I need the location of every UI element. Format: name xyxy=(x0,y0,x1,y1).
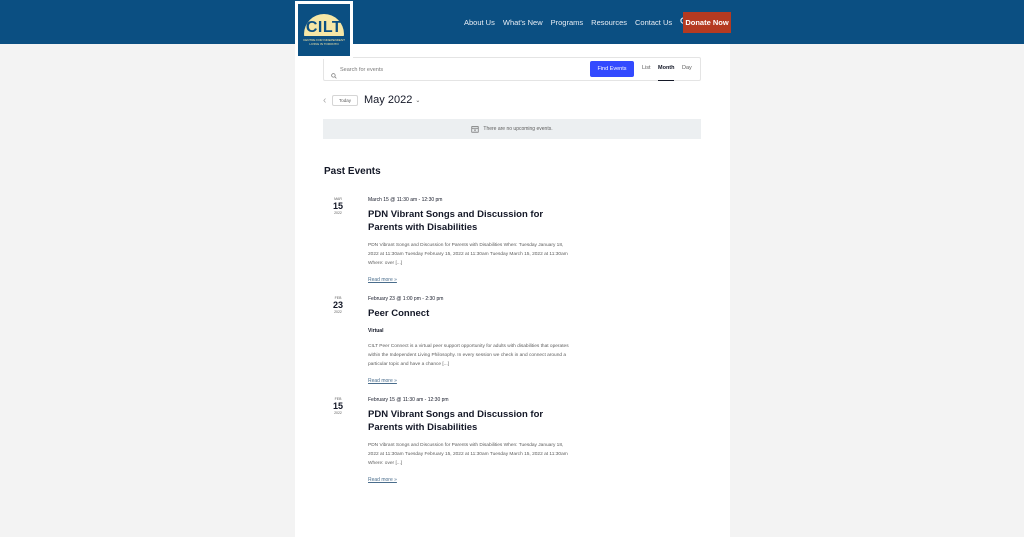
event-day: 15 xyxy=(332,401,343,411)
nav-contact-us[interactable]: Contact Us xyxy=(635,18,672,27)
read-more-link[interactable]: Read more » xyxy=(368,477,397,483)
event-day: 23 xyxy=(332,300,343,310)
today-button[interactable]: Today xyxy=(332,94,359,106)
event-date-tag: Mar 15 2022 xyxy=(324,197,352,215)
chevron-left-icon[interactable]: ‹ xyxy=(323,95,331,106)
event-body: March 15 @ 11:30 am - 12:30 pm PDN Vibra… xyxy=(368,197,573,286)
event-body: February 23 @ 1:00 pm - 2:30 pm Peer Con… xyxy=(368,296,573,387)
month-picker[interactable]: May 2022 xyxy=(364,94,412,106)
tab-month[interactable]: Month xyxy=(658,65,675,71)
logo-subtitle: Centre for Independent Living in Toronto xyxy=(303,38,345,46)
event-date-tag: Feb 23 2022 xyxy=(324,296,352,314)
event-title[interactable]: Peer Connect xyxy=(368,308,573,321)
event-time: March 15 @ 11:30 am - 12:30 pm xyxy=(368,197,443,203)
event-body: February 15 @ 11:30 am - 12:30 pm PDN Vi… xyxy=(368,397,573,486)
donate-button[interactable]: Donate Now xyxy=(683,12,731,33)
event-description: PDN Vibrant Songs and Discussion for Par… xyxy=(368,243,568,266)
tab-day[interactable]: Day xyxy=(682,65,692,71)
read-more-link[interactable]: Read more » xyxy=(368,277,397,283)
event-time: February 15 @ 11:30 am - 12:30 pm xyxy=(368,397,449,403)
main-nav: About Us What's New Programs Resources C… xyxy=(464,12,700,32)
event-date-tag: Feb 15 2022 xyxy=(324,397,352,415)
calendar-x-icon xyxy=(471,120,479,138)
past-events-heading: Past Events xyxy=(324,166,381,177)
read-more-link[interactable]: Read more » xyxy=(368,378,397,384)
site-logo[interactable]: CILT Centre for Independent Living in To… xyxy=(295,1,353,59)
event-venue: Virtual xyxy=(368,327,384,334)
nav-programs[interactable]: Programs xyxy=(551,18,584,27)
event-year: 2022 xyxy=(334,310,342,314)
nav-whats-new[interactable]: What's New xyxy=(503,18,543,27)
find-events-button[interactable]: Find Events xyxy=(590,61,634,77)
event-title[interactable]: PDN Vibrant Songs and Discussion for Par… xyxy=(368,209,573,234)
nav-resources[interactable]: Resources xyxy=(591,18,627,27)
nav-about-us[interactable]: About Us xyxy=(464,18,495,27)
event-year: 2022 xyxy=(334,411,342,415)
active-tab-indicator xyxy=(658,80,674,81)
no-events-notice: There are no upcoming events. xyxy=(323,119,701,139)
events-search-input[interactable] xyxy=(340,62,580,77)
logo-mark: CILT Centre for Independent Living in To… xyxy=(298,4,350,56)
event-time: February 23 @ 1:00 pm - 2:30 pm xyxy=(368,296,444,302)
tab-list[interactable]: List xyxy=(642,65,651,71)
logo-title: CILT xyxy=(305,19,343,36)
chevron-down-icon[interactable]: ⌄ xyxy=(415,97,420,104)
events-search-bar: Find Events List Month Day xyxy=(323,57,701,81)
search-icon xyxy=(331,66,337,84)
event-day: 15 xyxy=(332,201,343,211)
event-title[interactable]: PDN Vibrant Songs and Discussion for Par… xyxy=(368,409,573,434)
event-description: PDN Vibrant Songs and Discussion for Par… xyxy=(368,443,568,466)
date-navigation: ‹ › Today May 2022 ⌄ xyxy=(323,94,420,106)
event-description: CILT Peer Connect is a virtual peer supp… xyxy=(368,343,569,367)
event-year: 2022 xyxy=(334,211,342,215)
notice-text: There are no upcoming events. xyxy=(483,126,553,132)
